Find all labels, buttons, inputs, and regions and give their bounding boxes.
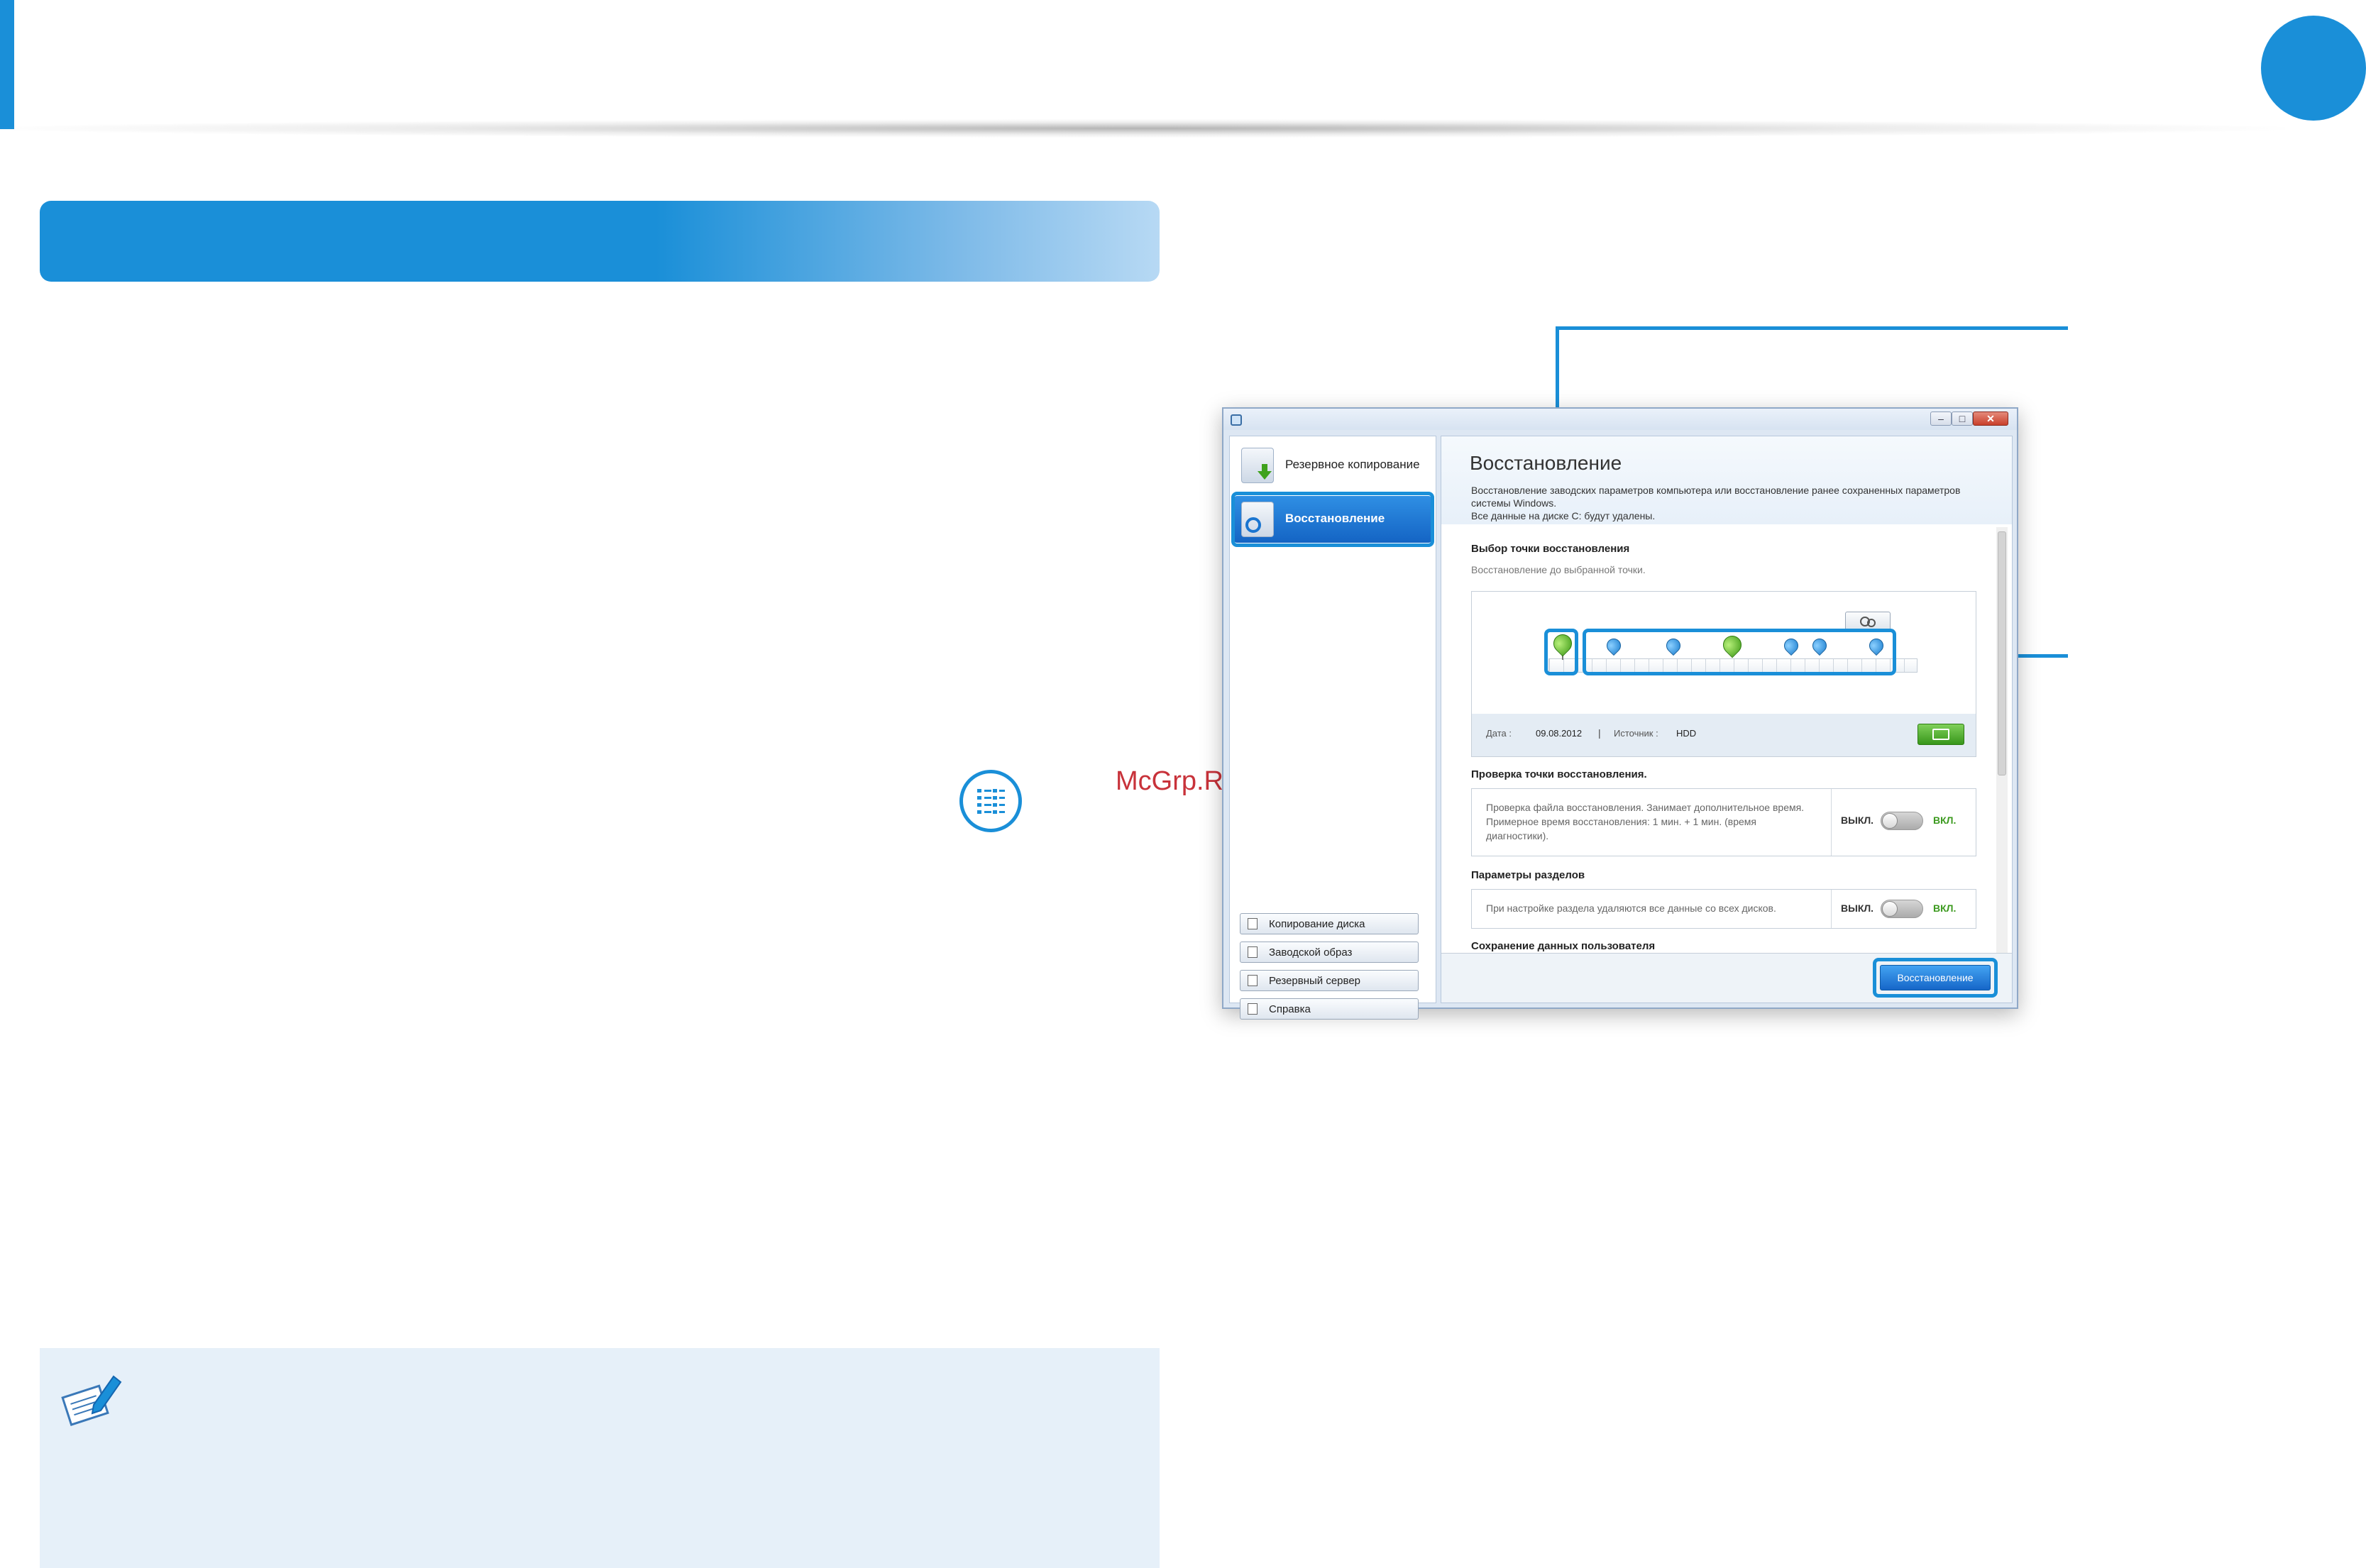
description-line: системы Windows. xyxy=(1471,497,1557,509)
partitions-on-label: ВКЛ. xyxy=(1933,902,1957,914)
restore-point-section-title: Выбор точки восстановления xyxy=(1471,543,1630,555)
verify-section-title: Проверка точки восстановления. xyxy=(1471,768,1647,780)
section-title-bar xyxy=(40,201,1160,282)
factory-image-button[interactable]: Заводской образ xyxy=(1240,942,1419,963)
toggle-knob xyxy=(1882,813,1898,829)
disk-copy-button[interactable]: Копирование диска xyxy=(1240,913,1419,934)
close-button[interactable]: ✕ xyxy=(1973,412,2008,426)
restore-point-subtitle: Восстановление до выбранной точки. xyxy=(1471,564,1646,575)
partitions-off-label: ВЫКЛ. xyxy=(1841,902,1874,914)
page-title: Восстановление xyxy=(1470,452,1622,474)
date-value: 09.08.2012 xyxy=(1536,728,1583,739)
help-icon xyxy=(1248,1003,1258,1015)
partitions-description: При настройке раздела удаляются все данн… xyxy=(1486,902,1776,914)
verify-description-line: Проверка файла восстановления. Занимает … xyxy=(1486,802,1805,813)
info-separator: | xyxy=(1598,727,1601,739)
partitions-option-box: При настройке раздела удаляются все данн… xyxy=(1471,889,1976,929)
close-icon: ✕ xyxy=(1986,413,1995,424)
factory-image-icon xyxy=(1248,946,1258,958)
chapter-marker xyxy=(2261,16,2366,121)
description-line: Все данные на диске C: будут удалены. xyxy=(1471,510,1656,521)
scrollbar-thumb[interactable] xyxy=(1998,531,2006,775)
backup-drive-icon xyxy=(1241,448,1274,483)
app-icon xyxy=(1231,414,1242,426)
main-panel: Восстановление Восстановление заводских … xyxy=(1441,436,2013,1003)
option-divider xyxy=(1831,890,1832,928)
watermark-text: McGrp.Ru xyxy=(1116,766,1239,796)
recovery-app-window: – □ ✕ Резервное копирование Восстановлен… xyxy=(1222,407,2018,1020)
disk-copy-label: Копирование диска xyxy=(1269,918,1365,930)
computer-search-icon xyxy=(1932,729,1949,740)
table-of-contents-icon[interactable] xyxy=(959,770,1022,832)
maximize-icon: □ xyxy=(1959,413,1966,424)
callout-line-left-horizontal xyxy=(1556,326,2068,330)
source-value: HDD xyxy=(1676,728,1697,739)
highlight-frame-restore-nav xyxy=(1231,492,1434,547)
highlight-frame-restore-points xyxy=(1583,629,1896,675)
minimize-icon: – xyxy=(1938,413,1944,424)
verify-description-line: диагностики). xyxy=(1486,830,1549,841)
window-titlebar[interactable]: – □ ✕ xyxy=(1223,409,2017,430)
source-label: Источник : xyxy=(1614,728,1658,739)
help-label: Справка xyxy=(1269,1003,1311,1015)
sidebar-item-backup[interactable]: Резервное копирование xyxy=(1234,442,1431,489)
verify-on-label: ВКЛ. xyxy=(1933,815,1957,826)
browse-restore-point-button[interactable] xyxy=(1917,724,1964,745)
highlight-frame-restore-button xyxy=(1873,958,1998,998)
backup-server-label: Резервный сервер xyxy=(1269,975,1361,987)
toggle-knob xyxy=(1882,901,1898,917)
header-divider xyxy=(0,119,2285,138)
page-edge-accent xyxy=(0,0,14,129)
sidebar-item-label: Резервное копирование xyxy=(1285,458,1420,471)
note-box xyxy=(40,1348,1160,1568)
verify-off-label: ВЫКЛ. xyxy=(1841,815,1874,826)
note-pencil-icon xyxy=(57,1368,125,1436)
sidebar: Резервное копирование Восстановление Коп… xyxy=(1229,436,1436,1020)
highlight-frame-factory-point xyxy=(1544,629,1578,675)
backup-server-icon xyxy=(1248,975,1258,986)
backup-server-button[interactable]: Резервный сервер xyxy=(1240,970,1419,991)
disk-copy-icon xyxy=(1248,918,1258,929)
date-label: Дата : xyxy=(1486,728,1512,739)
verify-toggle[interactable] xyxy=(1881,812,1923,830)
factory-image-label: Заводской образ xyxy=(1269,946,1353,959)
restore-point-info-bar: Дата : 09.08.2012 | Источник : HDD xyxy=(1472,714,1976,756)
main-footer: Восстановление xyxy=(1441,953,2012,1003)
partitions-toggle[interactable] xyxy=(1881,900,1923,918)
user-data-section-title: Сохранение данных пользователя xyxy=(1471,940,1656,952)
restore-point-timeline: Дата : 09.08.2012 | Источник : HDD xyxy=(1471,591,1976,757)
option-divider xyxy=(1831,789,1832,856)
maximize-button[interactable]: □ xyxy=(1952,412,1973,426)
verify-option-box: Проверка файла восстановления. Занимает … xyxy=(1471,788,1976,856)
main-header: Восстановление Восстановление заводских … xyxy=(1441,436,2012,524)
minimize-button[interactable]: – xyxy=(1930,412,1952,426)
description-line: Восстановление заводских параметров комп… xyxy=(1471,485,1961,496)
help-button[interactable]: Справка xyxy=(1240,998,1419,1020)
partitions-section-title: Параметры разделов xyxy=(1471,869,1585,881)
verify-description-line: Примерное время восстановления: 1 мин. +… xyxy=(1486,816,1756,827)
